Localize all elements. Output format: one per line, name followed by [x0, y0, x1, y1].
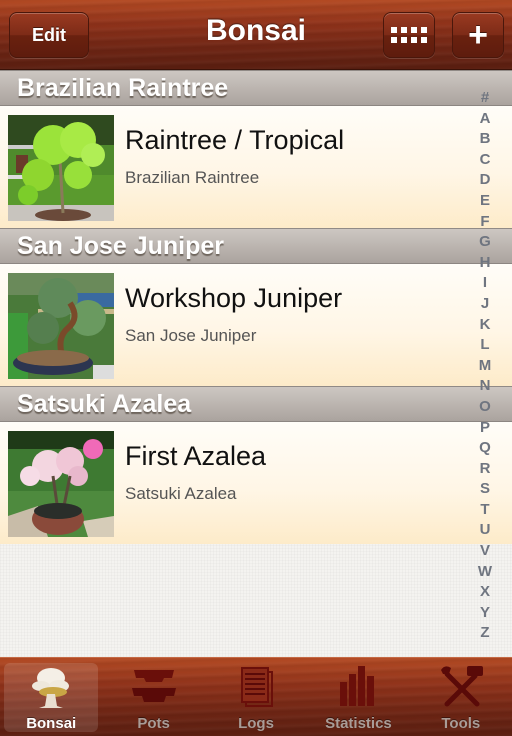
index-letter[interactable]: K	[480, 315, 491, 336]
index-letter[interactable]: F	[480, 212, 489, 233]
index-letter[interactable]: U	[480, 520, 491, 541]
tab-bonsai[interactable]: Bonsai	[0, 658, 102, 736]
index-letter[interactable]: W	[478, 562, 492, 583]
index-letter[interactable]: J	[481, 294, 489, 315]
tab-pots[interactable]: Pots	[102, 658, 204, 736]
tab-label: Pots	[137, 715, 170, 732]
bonsai-species: Satsuki Azalea	[125, 484, 237, 503]
list-item[interactable]: Workshop Juniper San Jose Juniper	[0, 264, 512, 386]
plus-icon: +	[468, 16, 488, 54]
section-header: Satsuki Azalea	[0, 386, 512, 422]
bonsai-name: Raintree / Tropical	[125, 125, 345, 155]
list-item[interactable]: Raintree / Tropical Brazilian Raintree	[0, 106, 512, 228]
index-letter[interactable]: #	[481, 88, 489, 109]
pots-icon	[130, 664, 178, 710]
tab-logs[interactable]: Logs	[205, 658, 307, 736]
index-letter[interactable]: V	[480, 541, 490, 562]
index-letter[interactable]: Y	[480, 603, 490, 624]
section-index[interactable]: # A B C D E F G H I J K L M N O P Q R S T U V W X Y Z	[472, 88, 498, 644]
index-letter[interactable]: D	[480, 170, 491, 191]
list-item[interactable]: First Azalea Satsuki Azalea	[0, 422, 512, 544]
index-letter[interactable]: H	[480, 253, 491, 274]
index-letter[interactable]: E	[480, 191, 490, 212]
tab-label: Logs	[238, 715, 274, 732]
tab-statistics[interactable]: Statistics	[307, 658, 409, 736]
tab-tools[interactable]: Tools	[410, 658, 512, 736]
index-letter[interactable]: Q	[479, 438, 491, 459]
statistics-icon	[334, 664, 382, 710]
grid-view-icon	[391, 27, 427, 43]
index-letter[interactable]: Z	[480, 623, 489, 644]
index-letter[interactable]: O	[479, 397, 491, 418]
index-letter[interactable]: S	[480, 479, 490, 500]
page-title: Bonsai	[205, 14, 307, 47]
index-letter[interactable]: I	[483, 273, 487, 294]
navigation-bar: Edit Bonsai +	[0, 0, 512, 70]
index-letter[interactable]: A	[480, 109, 491, 130]
bonsai-species: San Jose Juniper	[125, 326, 257, 345]
add-bonsai-button[interactable]: +	[452, 12, 504, 58]
bonsai-tree-icon	[27, 664, 75, 710]
index-letter[interactable]: C	[480, 150, 491, 171]
index-letter[interactable]: L	[480, 335, 489, 356]
section-header: San Jose Juniper	[0, 228, 512, 264]
bonsai-list[interactable]: Brazilian Raintree Raintree / Tropical B…	[0, 70, 512, 657]
tools-icon	[437, 664, 485, 710]
juniper-thumbnail	[8, 273, 114, 379]
index-letter[interactable]: B	[480, 129, 491, 150]
tab-label: Statistics	[325, 715, 392, 732]
index-letter[interactable]: G	[479, 232, 491, 253]
index-letter[interactable]: N	[480, 376, 491, 397]
tab-label: Bonsai	[26, 715, 77, 732]
bonsai-name: First Azalea	[125, 441, 267, 471]
tab-label: Tools	[441, 715, 481, 732]
index-letter[interactable]: R	[480, 459, 491, 480]
index-letter[interactable]: X	[480, 582, 490, 603]
bonsai-species: Brazilian Raintree	[125, 168, 260, 187]
grid-view-button[interactable]	[383, 12, 435, 58]
section-header: Brazilian Raintree	[0, 70, 512, 106]
bonsai-name: Workshop Juniper	[125, 283, 343, 313]
logs-icon	[232, 664, 280, 710]
index-letter[interactable]: P	[480, 418, 490, 439]
index-letter[interactable]: T	[480, 500, 489, 521]
index-letter[interactable]: M	[479, 356, 492, 377]
raintree-thumbnail	[8, 115, 114, 221]
azalea-thumbnail	[8, 431, 114, 537]
tab-bar: Bonsai Pots Logs Statistics Tools	[0, 657, 512, 736]
